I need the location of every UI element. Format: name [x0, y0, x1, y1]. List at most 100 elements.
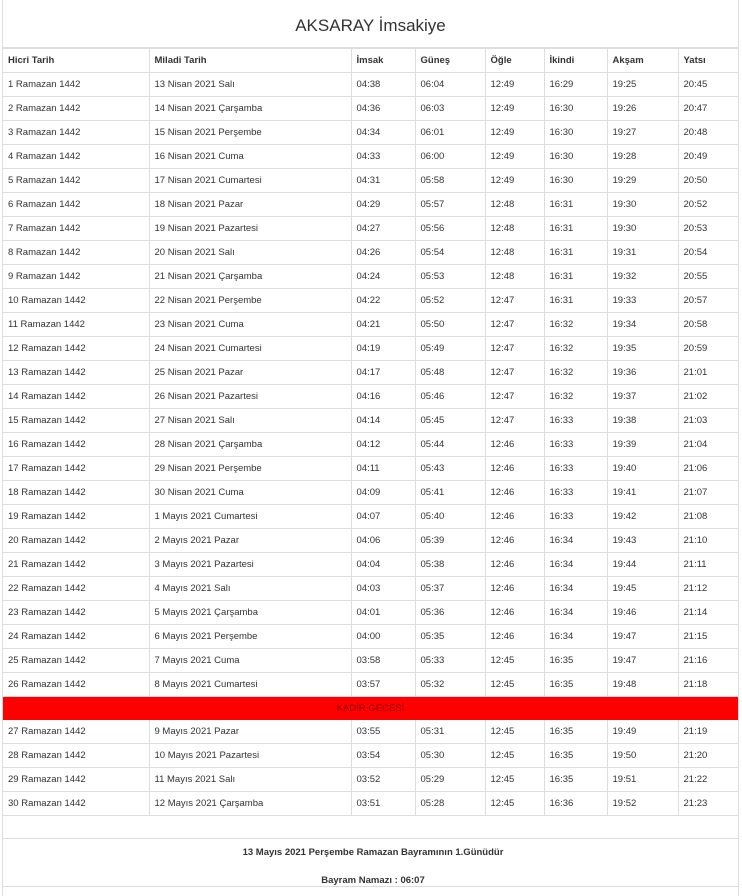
ogle-cell: 12:49	[484, 96, 545, 121]
ikindi-cell: 16:30	[543, 144, 608, 169]
kadir-gecesi-row: KADİR GECESİ	[3, 696, 738, 720]
table-row: 22 Ramazan 1442 4 Mayıs 2021 Salı 04:03 05:…	[3, 576, 738, 601]
aksam-cell: 19:33	[606, 288, 679, 313]
yatsi-cell: 21:20	[677, 743, 738, 768]
hicri-date-cell: 19 Ramazan 1442	[3, 504, 150, 529]
table-row: 20 Ramazan 1442 2 Mayıs 2021 Pazar 04:06 05…	[3, 528, 738, 553]
gunes-cell: 05:53	[414, 264, 486, 289]
table-row: 18 Ramazan 1442 30 Nisan 2021 Cuma 04:09 05…	[3, 480, 738, 505]
imsak-cell: 04:24	[350, 264, 416, 289]
yatsi-cell: 20:52	[677, 192, 738, 217]
aksam-cell: 19:30	[606, 192, 679, 217]
gunes-cell: 05:52	[414, 288, 486, 313]
table-row: 4 Ramazan 1442 16 Nisan 2021 Cuma 04:33 06:…	[3, 144, 738, 169]
table-row: 24 Ramazan 1442 6 Mayıs 2021 Perşembe 04:0…	[3, 624, 738, 649]
imsak-cell: 04:33	[350, 144, 416, 169]
ikindi-cell: 16:33	[543, 480, 608, 505]
gunes-cell: 05:30	[414, 743, 486, 768]
yatsi-cell: 20:54	[677, 240, 738, 265]
gunes-cell: 05:48	[414, 360, 486, 385]
aksam-cell: 19:47	[606, 624, 679, 649]
ikindi-cell: 16:36	[543, 791, 608, 816]
gunes-cell: 05:32	[414, 672, 486, 697]
ikindi-cell: 16:35	[543, 672, 608, 697]
table-row: 12 Ramazan 1442 24 Nisan 2021 Cumartesi 04…	[3, 336, 738, 361]
table-row: 1 Ramazan 1442 13 Nisan 2021 Salı 04:38 06:…	[3, 72, 738, 97]
yatsi-cell: 21:11	[677, 552, 738, 577]
ogle-cell: 12:45	[484, 719, 545, 744]
ikindi-cell: 16:31	[543, 240, 608, 265]
miladi-date-cell: 8 Mayıs 2021 Cumartesi	[148, 672, 352, 697]
aksam-cell: 19:31	[606, 240, 679, 265]
ikindi-cell: 16:33	[543, 408, 608, 433]
yatsi-cell: 21:12	[677, 576, 738, 601]
aksam-cell: 19:32	[606, 264, 679, 289]
gunes-cell: 05:41	[414, 480, 486, 505]
ikindi-cell: 16:34	[543, 600, 608, 625]
ogle-cell: 12:45	[484, 767, 545, 792]
yatsi-cell: 20:50	[677, 168, 738, 193]
aksam-cell: 19:26	[606, 96, 679, 121]
miladi-date-cell: 26 Nisan 2021 Pazartesi	[148, 384, 352, 409]
table-row: 16 Ramazan 1442 28 Nisan 2021 Çarşamba 04:…	[3, 432, 738, 457]
ikindi-cell: 16:35	[543, 648, 608, 673]
imsak-cell: 04:16	[350, 384, 416, 409]
ogle-cell: 12:45	[484, 743, 545, 768]
bayram-text: 13 Mayıs 2021 Perşembe Ramazan Bayramını…	[242, 847, 504, 858]
yatsi-cell: 20:59	[677, 336, 738, 361]
column-header-ogle: Öğle	[484, 48, 545, 73]
hicri-date-cell: 26 Ramazan 1442	[3, 672, 150, 697]
hicri-date-cell: 1 Ramazan 1442	[3, 72, 150, 97]
ikindi-cell: 16:34	[543, 624, 608, 649]
table-row: 6 Ramazan 1442 18 Nisan 2021 Pazar 04:29 05…	[3, 192, 738, 217]
miladi-date-cell: 4 Mayıs 2021 Salı	[148, 576, 352, 601]
column-header-aksam: Akşam	[606, 48, 679, 73]
yatsi-cell: 21:23	[677, 791, 738, 816]
aksam-cell: 19:35	[606, 336, 679, 361]
footer-section: 13 Mayıs 2021 Perşembe Ramazan Bayramını…	[3, 815, 738, 887]
imsak-cell: 04:26	[350, 240, 416, 265]
imsak-cell: 04:31	[350, 168, 416, 193]
yatsi-cell: 21:07	[677, 480, 738, 505]
ikindi-cell: 16:32	[543, 312, 608, 337]
miladi-date-cell: 27 Nisan 2021 Salı	[148, 408, 352, 433]
miladi-date-cell: 22 Nisan 2021 Perşembe	[148, 288, 352, 313]
aksam-cell: 19:45	[606, 576, 679, 601]
column-header-yatsi: Yatsı	[677, 48, 738, 73]
hicri-date-cell: 3 Ramazan 1442	[3, 120, 150, 145]
table-row: 2 Ramazan 1442 14 Nisan 2021 Çarşamba 04:3…	[3, 96, 738, 121]
table-row: 13 Ramazan 1442 25 Nisan 2021 Pazar 04:17 0…	[3, 360, 738, 385]
hicri-date-cell: 10 Ramazan 1442	[3, 288, 150, 313]
yatsi-cell: 21:16	[677, 648, 738, 673]
table-row: 17 Ramazan 1442 29 Nisan 2021 Perşembe 04:…	[3, 456, 738, 481]
table-header-row: Hicri Tarih Miladi Tarih İmsak Güneş Öğl…	[3, 48, 738, 73]
imsak-cell: 04:34	[350, 120, 416, 145]
spacer-cell	[3, 815, 738, 839]
miladi-date-cell: 3 Mayıs 2021 Pazartesi	[148, 552, 352, 577]
hicri-date-cell: 22 Ramazan 1442	[3, 576, 150, 601]
gunes-cell: 05:31	[414, 719, 486, 744]
ogle-cell: 12:46	[484, 432, 545, 457]
miladi-date-cell: 14 Nisan 2021 Çarşamba	[148, 96, 352, 121]
hicri-date-cell: 23 Ramazan 1442	[3, 600, 150, 625]
imsak-cell: 04:29	[350, 192, 416, 217]
table-row: 7 Ramazan 1442 19 Nisan 2021 Pazartesi 04:…	[3, 216, 738, 241]
aksam-cell: 19:39	[606, 432, 679, 457]
ogle-cell: 12:45	[484, 648, 545, 673]
aksam-cell: 19:42	[606, 504, 679, 529]
aksam-cell: 19:38	[606, 408, 679, 433]
miladi-date-cell: 15 Nisan 2021 Perşembe	[148, 120, 352, 145]
aksam-cell: 19:36	[606, 360, 679, 385]
ogle-cell: 12:47	[484, 336, 545, 361]
hicri-date-cell: 14 Ramazan 1442	[3, 384, 150, 409]
ogle-cell: 12:47	[484, 360, 545, 385]
aksam-cell: 19:29	[606, 168, 679, 193]
ikindi-cell: 16:31	[543, 264, 608, 289]
gunes-cell: 05:36	[414, 600, 486, 625]
ikindi-cell: 16:30	[543, 120, 608, 145]
yatsi-cell: 21:15	[677, 624, 738, 649]
miladi-date-cell: 19 Nisan 2021 Pazartesi	[148, 216, 352, 241]
hicri-date-cell: 2 Ramazan 1442	[3, 96, 150, 121]
gunes-cell: 05:35	[414, 624, 486, 649]
aksam-cell: 19:25	[606, 72, 679, 97]
